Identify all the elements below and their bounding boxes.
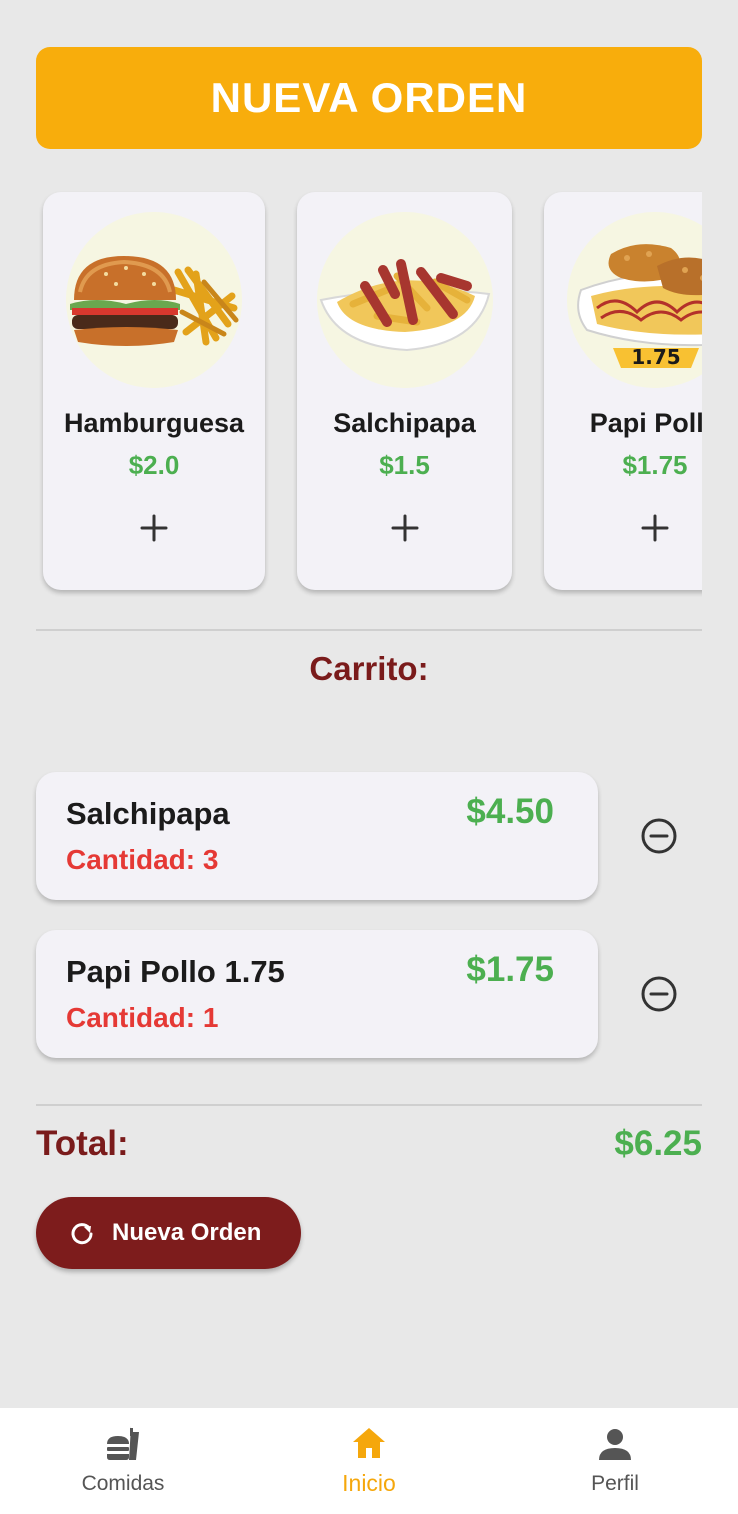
cart-item-papi-pollo: Papi Pollo 1.75 Cantidad: 1 $1.75	[36, 930, 598, 1058]
menu-item-name: Hamburguesa	[63, 408, 245, 438]
nav-label: Inicio	[342, 1470, 396, 1496]
nav-label: Perfil	[591, 1472, 639, 1495]
menu-card-papi-pollo[interactable]: 1.75 Papi Pollo $1.75	[544, 192, 702, 590]
nav-item-comidas[interactable]: Comidas	[0, 1408, 246, 1514]
nav-item-perfil[interactable]: Perfil	[492, 1408, 738, 1514]
cart-item-price: $4.50	[466, 792, 554, 831]
price-badge: 1.75	[631, 345, 680, 369]
chicken-fries-image: 1.75	[567, 212, 702, 388]
menu-carousel[interactable]: Hamburguesa $2.0 Salchipapa $1.5 1.75 Pa…	[36, 180, 702, 605]
new-order-banner: NUEVA ORDEN	[36, 47, 702, 149]
menu-card-hamburguesa[interactable]: Hamburguesa $2.0	[43, 192, 265, 590]
minus-circle-icon[interactable]	[638, 973, 680, 1015]
menu-card-salchipapa[interactable]: Salchipapa $1.5	[297, 192, 512, 590]
sausage-fries-image	[316, 212, 493, 388]
divider	[36, 629, 702, 631]
cart-item-name: Papi Pollo 1.75	[66, 954, 285, 989]
total-label: Total:	[36, 1124, 129, 1163]
nav-label: Comidas	[81, 1472, 165, 1495]
menu-item-price: $1.5	[379, 450, 430, 480]
menu-item-name: Papi Pollo	[589, 408, 702, 438]
plus-icon[interactable]	[136, 510, 172, 546]
plus-icon[interactable]	[387, 510, 423, 546]
fastfood-icon	[107, 1426, 139, 1460]
new-order-label: Nueva Orden	[112, 1219, 262, 1246]
nav-item-inicio[interactable]: Inicio	[246, 1408, 492, 1514]
person-icon	[599, 1429, 631, 1460]
new-order-button[interactable]: Nueva Orden	[36, 1197, 301, 1269]
menu-item-price: $1.75	[622, 450, 688, 480]
minus-circle-icon[interactable]	[638, 815, 680, 857]
burger-fries-image	[66, 212, 242, 388]
cart-item-price: $1.75	[466, 950, 554, 989]
divider	[36, 1104, 702, 1106]
page-title: NUEVA ORDEN	[210, 74, 528, 121]
cart-item-name: Salchipapa	[66, 796, 230, 831]
home-icon	[353, 1428, 385, 1458]
plus-icon[interactable]	[637, 510, 673, 546]
cart-item-quantity: Cantidad: 3	[66, 844, 219, 875]
menu-item-name: Salchipapa	[333, 408, 476, 438]
bottom-navigation: Comidas Inicio Perfil	[0, 1408, 738, 1514]
refresh-icon	[71, 1223, 93, 1245]
cart-item-salchipapa: Salchipapa Cantidad: 3 $4.50	[36, 772, 598, 900]
cart-title: Carrito:	[309, 650, 429, 687]
total-value: $6.25	[614, 1124, 702, 1163]
menu-item-price: $2.0	[128, 450, 180, 480]
cart-item-quantity: Cantidad: 1	[66, 1002, 219, 1033]
